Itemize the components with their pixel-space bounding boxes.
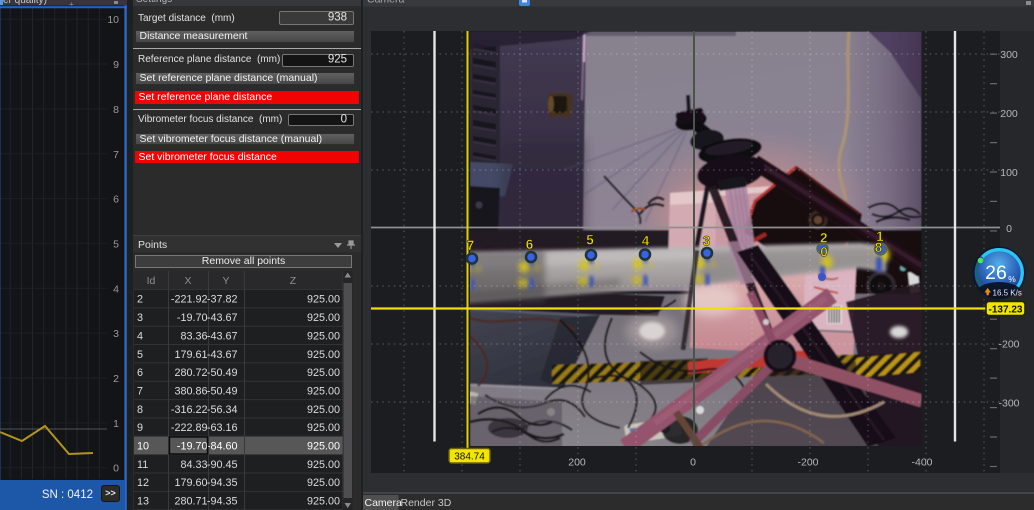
svg-text:13: 13	[137, 496, 149, 508]
svg-text:925.00: 925.00	[307, 312, 340, 324]
svg-text:925.00: 925.00	[307, 459, 340, 471]
svg-text:6: 6	[137, 367, 143, 379]
svg-text:925.00: 925.00	[307, 385, 340, 397]
svg-text:10: 10	[107, 14, 119, 26]
svg-text:2: 2	[820, 230, 828, 245]
svg-text:200: 200	[1000, 108, 1018, 120]
svg-text:-50.49: -50.49	[207, 385, 238, 397]
svg-text:-84.60: -84.60	[207, 441, 238, 453]
svg-text:925.00: 925.00	[307, 477, 340, 489]
svg-text:3: 3	[703, 233, 711, 248]
svg-text:3: 3	[113, 328, 119, 340]
svg-text:7: 7	[113, 149, 119, 161]
svg-text:-19.70: -19.70	[177, 312, 208, 324]
svg-text:-300: -300	[998, 397, 1019, 409]
svg-text:-200: -200	[797, 457, 818, 469]
svg-text:1: 1	[113, 418, 119, 430]
svg-text:925.00: 925.00	[307, 496, 340, 508]
svg-text:6: 6	[113, 194, 119, 206]
svg-text:925.00: 925.00	[307, 330, 340, 342]
svg-text:380.86: 380.86	[174, 385, 207, 397]
svg-text:4: 4	[137, 330, 143, 342]
svg-text:2: 2	[137, 294, 143, 306]
svg-text:-200: -200	[998, 339, 1019, 351]
svg-text:26: 26	[985, 262, 1007, 284]
svg-text:-221.92: -221.92	[171, 294, 208, 306]
svg-text:100: 100	[1000, 167, 1018, 179]
svg-text:-37.82: -37.82	[207, 294, 238, 306]
svg-text:280.72: 280.72	[174, 367, 207, 379]
svg-text:Id: Id	[147, 275, 156, 287]
svg-text:0: 0	[113, 463, 119, 475]
svg-text:3: 3	[137, 312, 143, 324]
svg-text:179.61: 179.61	[174, 349, 207, 361]
svg-text:Y: Y	[222, 275, 229, 287]
svg-text:-222.89: -222.89	[171, 422, 208, 434]
svg-text:925.00: 925.00	[307, 349, 340, 361]
svg-text:280.71: 280.71	[174, 496, 207, 508]
svg-text:179.60: 179.60	[174, 477, 207, 489]
svg-text:925.00: 925.00	[307, 422, 340, 434]
svg-text:300: 300	[1000, 49, 1018, 61]
svg-text:200: 200	[568, 457, 586, 469]
svg-text:Camera: Camera	[365, 497, 403, 509]
svg-text:-43.67: -43.67	[207, 312, 238, 324]
svg-text:-90.45: -90.45	[207, 459, 238, 471]
svg-text:9: 9	[113, 59, 119, 71]
svg-text:-94.35: -94.35	[207, 496, 238, 508]
svg-text:-43.67: -43.67	[207, 330, 238, 342]
svg-text:8: 8	[137, 404, 143, 416]
svg-text:9: 9	[137, 422, 143, 434]
svg-text:925.00: 925.00	[307, 367, 340, 379]
svg-text:16.5 K/s: 16.5 K/s	[993, 289, 1022, 298]
svg-text:384.74: 384.74	[454, 452, 485, 463]
svg-text:7: 7	[137, 385, 143, 397]
svg-text:4: 4	[113, 283, 119, 295]
svg-text:7: 7	[467, 238, 475, 253]
svg-text:-63.16: -63.16	[207, 422, 238, 434]
svg-text:-400: -400	[911, 457, 932, 469]
svg-text:925.00: 925.00	[307, 294, 340, 306]
svg-text:84.33: 84.33	[180, 459, 207, 471]
svg-text:-43.67: -43.67	[207, 349, 238, 361]
svg-text:12: 12	[137, 477, 149, 489]
svg-text:4: 4	[642, 234, 650, 249]
svg-text:83.36: 83.36	[180, 330, 207, 342]
svg-text:5: 5	[113, 238, 119, 250]
svg-text:0: 0	[820, 245, 828, 260]
svg-text:-137.23: -137.23	[989, 305, 1023, 316]
svg-text:11: 11	[137, 459, 148, 471]
svg-text:0: 0	[1006, 223, 1012, 235]
svg-text:-56.34: -56.34	[207, 404, 238, 416]
svg-text:Z: Z	[290, 275, 297, 287]
svg-text:0: 0	[690, 457, 696, 469]
svg-text:8: 8	[875, 240, 883, 255]
svg-text:X: X	[184, 275, 191, 287]
svg-text:6: 6	[526, 237, 534, 252]
svg-text:5: 5	[137, 349, 143, 361]
svg-text:-50.49: -50.49	[207, 367, 238, 379]
svg-text:925.00: 925.00	[307, 404, 340, 416]
svg-text:-19.70: -19.70	[177, 441, 208, 453]
svg-text:-94.35: -94.35	[207, 477, 238, 489]
svg-text:10: 10	[137, 441, 149, 453]
svg-text:8: 8	[113, 104, 119, 116]
svg-text:Camera: Camera	[367, 0, 405, 6]
svg-text:-316.22: -316.22	[171, 404, 208, 416]
svg-text:2: 2	[113, 373, 119, 385]
svg-text:925.00: 925.00	[307, 441, 340, 453]
svg-text:5: 5	[586, 233, 594, 248]
svg-text:Render 3D: Render 3D	[401, 497, 452, 509]
svg-text:%: %	[1008, 274, 1016, 284]
